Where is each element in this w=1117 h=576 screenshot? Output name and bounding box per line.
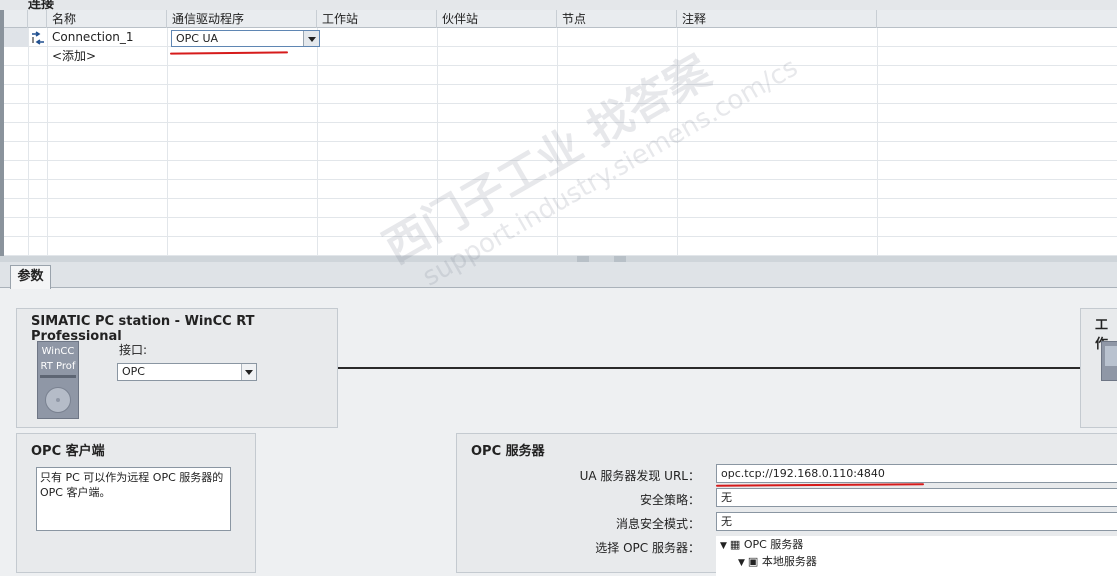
message-security-label: 消息安全模式： (615, 517, 700, 531)
select-server-label: 选择 OPC 服务器： (595, 541, 700, 555)
monitor-icon (1101, 341, 1117, 381)
table-header: 名称 通信驱动程序 工作站 伙伴站 节点 注释 (4, 10, 1117, 28)
chevron-down-icon[interactable] (241, 364, 256, 380)
expand-icon[interactable]: ▼ (720, 541, 727, 551)
interface-label: 接口: (119, 343, 148, 357)
opc-client-note: 只有 PC 可以作为远程 OPC 服务器的 OPC 客户端。 (36, 467, 231, 531)
opc-server-title: OPC 服务器 (471, 444, 545, 459)
col-header-partner[interactable]: 伙伴站 (437, 10, 557, 28)
server-icon: ▦ (729, 538, 741, 551)
table-row (4, 199, 1117, 218)
station-title: SIMATIC PC station - WinCC RT Profession… (31, 314, 255, 344)
tab-parameters[interactable]: 参数 (10, 265, 51, 289)
tree-node-root[interactable]: ▼ ▦ OPC 服务器 (720, 537, 1117, 554)
connections-table: 名称 通信驱动程序 工作站 伙伴站 节点 注释 Connection_1 <添加… (0, 10, 1117, 256)
col-header-node[interactable]: 节点 (557, 10, 677, 28)
connection-name[interactable]: Connection_1 (47, 28, 167, 47)
discovery-url-label: UA 服务器发现 URL： (579, 469, 700, 483)
security-policy-label: 安全策略： (639, 493, 700, 507)
interface-select-value: OPC (122, 365, 145, 378)
station-panel: SIMATIC PC station - WinCC RT Profession… (16, 308, 338, 428)
col-header-comment[interactable]: 注释 (677, 10, 877, 28)
section-title: 连接 (28, 0, 55, 10)
pc-station-icon: WinCC RT Prof (37, 341, 79, 419)
driver-select-value: OPC UA (176, 32, 219, 45)
table-row (4, 123, 1117, 142)
tree-child-label: 本地服务器 (761, 555, 817, 568)
message-security-field[interactable]: 无 (716, 512, 1117, 531)
section-title-bar: 连接 (0, 0, 1117, 10)
station-icon-line2: RT Prof (40, 361, 76, 372)
interface-select[interactable]: OPC (117, 363, 257, 381)
add-row[interactable]: <添加> (4, 47, 1117, 66)
opc-server-panel: OPC 服务器 UA 服务器发现 URL： opc.tcp://192.168.… (456, 433, 1117, 576)
add-connection-link[interactable]: <添加> (47, 47, 167, 66)
tree-root-label: OPC 服务器 (743, 538, 804, 551)
table-row (4, 161, 1117, 180)
table-row (4, 237, 1117, 256)
tab-bar: 参数 (0, 262, 1117, 289)
table-row (4, 104, 1117, 123)
row-selector[interactable] (4, 28, 28, 47)
station-icon-line1: WinCC (41, 346, 75, 357)
col-header-name[interactable]: 名称 (47, 10, 167, 28)
connection-icon (32, 31, 44, 45)
col-header-station[interactable]: 工作站 (317, 10, 437, 28)
opc-client-panel: OPC 客户端 只有 PC 可以作为远程 OPC 服务器的 OPC 客户端。 (16, 433, 256, 573)
computer-icon: ▣ (747, 555, 759, 568)
partner-station-panel: 工作 (1080, 308, 1117, 428)
col-header-driver[interactable]: 通信驱动程序 (167, 10, 317, 28)
opc-client-title: OPC 客户端 (31, 444, 105, 459)
chevron-down-icon[interactable] (303, 31, 319, 46)
table-row (4, 180, 1117, 199)
tree-node-local[interactable]: ▼ ▣ 本地服务器 (738, 554, 1117, 571)
driver-select[interactable]: OPC UA (171, 30, 320, 47)
table-row (4, 142, 1117, 161)
table-row (4, 85, 1117, 104)
header-icon-col (28, 10, 47, 28)
table-row (4, 66, 1117, 85)
server-tree[interactable]: ▼ ▦ OPC 服务器 ▼ ▣ 本地服务器 (716, 536, 1117, 576)
header-rowselector (4, 10, 28, 28)
table-row (4, 218, 1117, 237)
discovery-url-input[interactable]: opc.tcp://192.168.0.110:4840 (716, 464, 1117, 483)
security-policy-field[interactable]: 无 (716, 488, 1117, 507)
connection-line (338, 367, 1080, 369)
